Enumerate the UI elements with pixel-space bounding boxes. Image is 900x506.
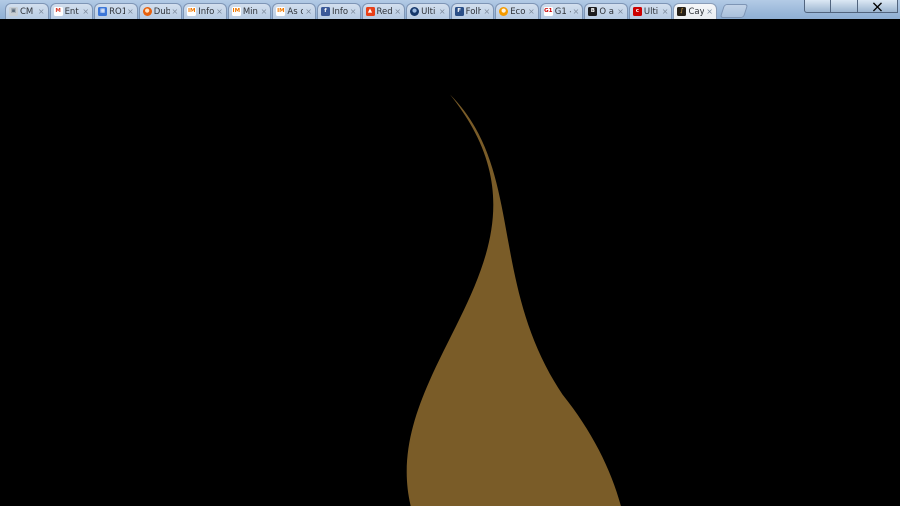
cnn-icon: c — [633, 7, 642, 16]
navy-globe-icon: ● — [410, 7, 419, 16]
tab-title: Folh — [466, 7, 482, 17]
tab-close-icon[interactable]: × — [573, 8, 580, 16]
tab-title: Info — [332, 7, 348, 17]
tab-title: Eco — [510, 7, 526, 17]
browser-tab[interactable]: ∫ Cay × — [673, 3, 717, 19]
translate-question: Deseja traduzi-la? — [251, 38, 395, 57]
tab-title: Últi — [644, 7, 660, 17]
tab-title: O a — [599, 7, 615, 17]
browser-tab[interactable]: f Info × — [317, 3, 361, 19]
tab-title: Dub — [154, 7, 170, 17]
browser-tab[interactable]: G1 G1 - × — [540, 3, 584, 19]
url-domain: www.cayan.net — [0, 19, 122, 38]
tab-close-icon[interactable]: × — [38, 8, 45, 16]
dark-badge-icon: B — [588, 7, 597, 16]
orange-circle-icon: ● — [499, 7, 508, 16]
tab-close-icon[interactable]: × — [706, 8, 713, 16]
chevron-down-icon: ▾ — [570, 38, 578, 57]
tab-close-icon[interactable]: × — [216, 8, 223, 16]
tab-close-icon[interactable]: × — [82, 8, 89, 16]
cayan-flame-icon: ∫ — [677, 7, 686, 16]
browser-tab[interactable]: ● Eco × — [495, 3, 539, 19]
tab-title: As c — [287, 7, 303, 17]
webpage-content: CAYAN Inspired by Life Home Corporate Po… — [0, 57, 900, 506]
browser-tab[interactable]: ▲ Red × — [362, 3, 406, 19]
restore-button[interactable] — [831, 0, 857, 13]
tab-close-icon[interactable]: × — [662, 8, 669, 16]
tab-title: Últi — [421, 7, 437, 17]
infobar-close-icon[interactable]: × — [583, 38, 596, 57]
tab-title: RO1 — [109, 7, 125, 17]
translate-infobar: A Esta página está em inglês ▾ Deseja tr… — [0, 38, 900, 57]
browser-tab[interactable]: ▣ CM × — [5, 3, 49, 19]
browser-tab[interactable]: B O a × — [584, 3, 628, 19]
tab-close-icon[interactable]: × — [172, 8, 179, 16]
tab-title: G1 - — [555, 7, 571, 17]
tab-title: Min — [243, 7, 259, 17]
g1-icon: G1 — [544, 7, 553, 16]
tab-title: Red — [377, 7, 393, 17]
tabs: ▣ CM × M Ent × ▦ RO1 × ● — [5, 3, 718, 19]
browser-tab[interactable]: ● Dub × — [139, 3, 183, 19]
tab-close-icon[interactable]: × — [394, 8, 401, 16]
desktop: ▣ CM × M Ent × ▦ RO1 × ● — [0, 0, 900, 506]
tab-close-icon[interactable]: × — [617, 8, 624, 16]
blue-app-icon: ▦ — [98, 7, 107, 16]
window-controls: × — [804, 0, 898, 13]
options-button[interactable]: Opções ▾ — [505, 38, 583, 57]
folha-icon: F — [455, 7, 464, 16]
tab-strip: ▣ CM × M Ent × ▦ RO1 × ● — [0, 0, 900, 19]
tab-title: Info — [198, 7, 214, 17]
browser-tab[interactable]: IM As c × — [272, 3, 316, 19]
new-tab-button[interactable] — [720, 4, 749, 18]
tab-close-icon[interactable]: × — [305, 8, 312, 16]
infomoney-icon: IM — [187, 7, 196, 16]
address-bar[interactable]: www.cayan.net /cayan-tower.html#prettyPh… — [0, 19, 900, 38]
close-window-button[interactable]: × — [857, 0, 898, 13]
browser-tab[interactable]: F Folh × — [451, 3, 495, 19]
browser-tab[interactable]: M Ent × — [50, 3, 94, 19]
cayan-logo: CAYAN Inspired by Life — [0, 57, 900, 506]
red-app-icon: ▲ — [366, 7, 375, 16]
browser-tab[interactable]: ▦ RO1 × — [94, 3, 138, 19]
translate-button[interactable]: Traduzir — [400, 38, 464, 57]
tab-close-icon[interactable]: × — [261, 8, 268, 16]
tab-title: Ent — [65, 7, 81, 17]
language-select[interactable]: inglês ▾ — [185, 38, 251, 57]
url-path: /cayan-tower.html#prettyPhoto[gallery]/1… — [127, 19, 467, 38]
orange-globe-icon: ● — [143, 7, 152, 16]
infomoney-icon: IM — [276, 7, 285, 16]
app-window-icon: ▣ — [9, 7, 18, 16]
browser-tab[interactable]: IM Info × — [183, 3, 227, 19]
facebook-icon: f — [321, 7, 330, 16]
browser-tab[interactable]: ● Últi × — [406, 3, 450, 19]
tab-title: Cay — [688, 7, 704, 17]
gmail-icon: M — [54, 7, 63, 16]
flame-icon — [0, 57, 900, 506]
minimize-button[interactable] — [804, 0, 831, 13]
bookmark-star-icon[interactable]: ☆ — [473, 19, 487, 38]
translate-icon: A — [0, 38, 16, 57]
browser-tab[interactable]: IM Min × — [228, 3, 272, 19]
chevron-down-icon: ▾ — [238, 38, 246, 57]
decline-translate-button[interactable]: Não — [468, 38, 500, 57]
tab-close-icon[interactable]: × — [127, 8, 134, 16]
infomoney-icon: IM — [232, 7, 241, 16]
translate-message: Esta página está em — [16, 38, 180, 57]
tab-close-icon[interactable]: × — [528, 8, 535, 16]
tab-close-icon[interactable]: × — [350, 8, 357, 16]
browser-tab[interactable]: c Últi × — [629, 3, 673, 19]
tab-close-icon[interactable]: × — [483, 8, 490, 16]
tab-title: CM — [20, 7, 36, 17]
tab-close-icon[interactable]: × — [439, 8, 446, 16]
